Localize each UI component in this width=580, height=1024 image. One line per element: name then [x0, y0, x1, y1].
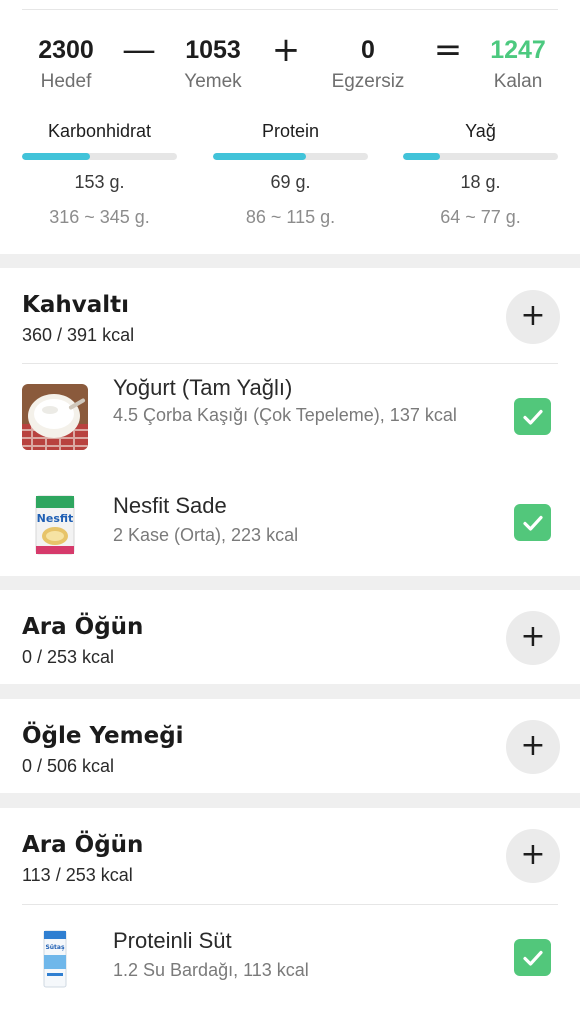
checkmark-icon: [522, 950, 543, 966]
target-value: 2300: [38, 36, 94, 64]
meal-title: Kahvaltı: [22, 292, 129, 318]
svg-text:Nesfit: Nesfit: [37, 512, 74, 525]
plus-operator: +: [271, 30, 301, 70]
meal-card-lunch: Öğle Yemeği 0 / 506 kcal +: [0, 699, 580, 793]
macro-range: 316 ~ 345 g.: [49, 207, 150, 227]
plus-icon: +: [520, 836, 546, 872]
yogurt-bowl-photo-icon: [22, 384, 88, 450]
remaining-value: 1247: [490, 36, 546, 64]
macro-carbs: Karbonhidrat 153 g. 316 ~ 345 g.: [22, 118, 177, 230]
add-food-button[interactable]: +: [506, 611, 560, 665]
meal-card-breakfast: Kahvaltı 360 / 391 kcal + Yoğurt (Tam Ya…: [0, 268, 580, 576]
meal-header: Öğle Yemeği 0 / 506 kcal +: [0, 699, 580, 795]
plus-icon: +: [520, 618, 546, 654]
checkmark-icon: [522, 409, 543, 425]
checkmark-icon: [522, 515, 543, 531]
checkbox-checked[interactable]: [514, 939, 551, 976]
meal-kcal: 113 / 253 kcal: [22, 865, 133, 885]
macro-name: Karbonhidrat: [47, 121, 152, 141]
meal-title: Öğle Yemeği: [22, 723, 184, 749]
meal-card-snack-2: Ara Öğün 113 / 253 kcal + Sütaş Proteinl…: [0, 808, 580, 1024]
exercise-value: 0: [361, 36, 375, 64]
meal-title: Ara Öğün: [22, 832, 144, 858]
milk-carton-photo-icon: Sütaş: [22, 925, 88, 991]
remaining-label: Kalan: [493, 71, 543, 92]
cereal-box-photo-icon: Nesfit: [22, 492, 88, 558]
food-name: Yoğurt (Tam Yağlı): [113, 375, 293, 400]
macro-name: Yağ: [465, 121, 496, 141]
food-desc: 4.5 Çorba Kaşığı (Çok Tepeleme), 137 kca…: [113, 405, 457, 425]
food-value: 1053: [185, 36, 241, 64]
macro-progress-fill: [403, 153, 441, 160]
food-item[interactable]: Sütaş Proteinli Süt 1.2 Su Bardağı, 113 …: [0, 905, 580, 1015]
food-calories: 1053 Yemek: [170, 34, 256, 97]
calorie-equation: 2300 Hedef — 1053 Yemek + 0 Egzersiz = 1…: [0, 30, 580, 104]
divider: [22, 9, 558, 10]
exercise-calories: 0 Egzersiz: [318, 34, 418, 97]
food-item[interactable]: Yoğurt (Tam Yağlı) 4.5 Çorba Kaşığı (Çok…: [0, 364, 580, 474]
food-desc: 2 Kase (Orta), 223 kcal: [113, 525, 299, 545]
macro-progress-fill: [213, 153, 306, 160]
macro-progress-bar: [22, 153, 177, 160]
meal-header: Kahvaltı 360 / 391 kcal +: [0, 268, 580, 364]
plus-icon: +: [520, 297, 546, 333]
meal-kcal: 0 / 506 kcal: [22, 756, 115, 776]
macro-value: 18 g.: [460, 172, 501, 192]
food-name: Proteinli Süt: [113, 928, 232, 953]
exercise-label: Egzersiz: [331, 71, 405, 92]
food-name: Nesfit Sade: [113, 493, 227, 518]
meal-kcal: 360 / 391 kcal: [22, 325, 135, 345]
macro-progress-fill: [22, 153, 91, 160]
add-food-button[interactable]: +: [506, 720, 560, 774]
checkbox-checked[interactable]: [514, 398, 551, 435]
macro-protein: Protein 69 g. 86 ~ 115 g.: [213, 118, 368, 230]
macro-progress-bar: [403, 153, 558, 160]
macro-fat: Yağ 18 g. 64 ~ 77 g.: [403, 118, 558, 230]
macro-range: 86 ~ 115 g.: [245, 207, 336, 227]
svg-text:Sütaş: Sütaş: [45, 944, 65, 951]
target-calories: 2300 Hedef: [22, 34, 110, 97]
macro-range: 64 ~ 77 g.: [440, 207, 521, 227]
meal-kcal: 0 / 253 kcal: [22, 647, 115, 667]
add-food-button[interactable]: +: [506, 290, 560, 344]
daily-summary-card: 2300 Hedef — 1053 Yemek + 0 Egzersiz = 1…: [0, 0, 580, 254]
meal-header: Ara Öğün 0 / 253 kcal +: [0, 590, 580, 686]
plus-icon: +: [520, 727, 546, 763]
equals-operator: =: [433, 30, 463, 70]
meal-title: Ara Öğün: [22, 614, 144, 640]
food-item[interactable]: Nesfit Nesfit Sade 2 Kase (Orta), 223 kc…: [0, 474, 580, 574]
macro-progress-bar: [213, 153, 368, 160]
macro-name: Protein: [261, 121, 320, 141]
meal-card-snack-1: Ara Öğün 0 / 253 kcal +: [0, 590, 580, 684]
add-food-button[interactable]: +: [506, 829, 560, 883]
food-label: Yemek: [184, 71, 242, 92]
checkbox-checked[interactable]: [514, 504, 551, 541]
remaining-calories: 1247 Kalan: [480, 34, 556, 97]
food-desc: 1.2 Su Bardağı, 113 kcal: [113, 960, 309, 980]
macro-value: 153 g.: [74, 172, 125, 192]
macro-value: 69 g.: [270, 172, 311, 192]
meal-header: Ara Öğün 113 / 253 kcal +: [0, 808, 580, 904]
target-label: Hedef: [40, 71, 92, 92]
minus-operator: —: [122, 30, 156, 70]
